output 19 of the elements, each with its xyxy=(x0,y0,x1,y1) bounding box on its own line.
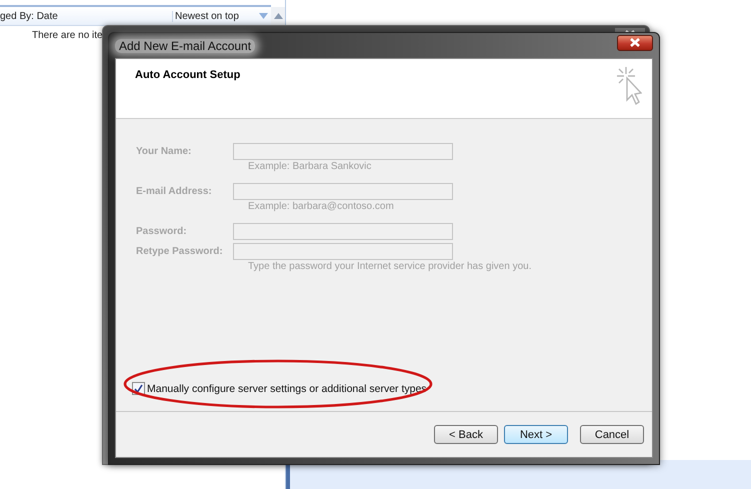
dropdown-arrow-icon xyxy=(259,13,268,19)
field-hint: Example: Barbara Sankovic xyxy=(248,161,372,172)
field-label: Password: xyxy=(136,226,188,236)
scroll-up-arrow-icon xyxy=(274,13,282,19)
dialog-heading: Auto Account Setup xyxy=(135,69,240,81)
sort-label[interactable]: ged By: Date xyxy=(0,10,172,22)
dialog-button[interactable]: Cancel xyxy=(580,425,644,444)
field-label: Your Name: xyxy=(136,146,192,156)
field-label: E-mail Address: xyxy=(136,186,213,196)
field-hint: Example: barbara@contoso.com xyxy=(248,201,395,212)
window-title: Add New E-mail Account xyxy=(115,38,256,52)
field-hint: Type the password your Internet service provider has given you. xyxy=(248,261,532,272)
dialog-button[interactable]: < Back xyxy=(434,425,498,444)
close-icon xyxy=(629,38,641,47)
scroll-up-button[interactable] xyxy=(271,7,285,25)
field-label: Retype Password: xyxy=(136,246,224,256)
close-button[interactable] xyxy=(617,34,653,50)
empty-message: There are no ite xyxy=(31,29,104,41)
dialog-button[interactable]: Next > xyxy=(504,425,568,444)
